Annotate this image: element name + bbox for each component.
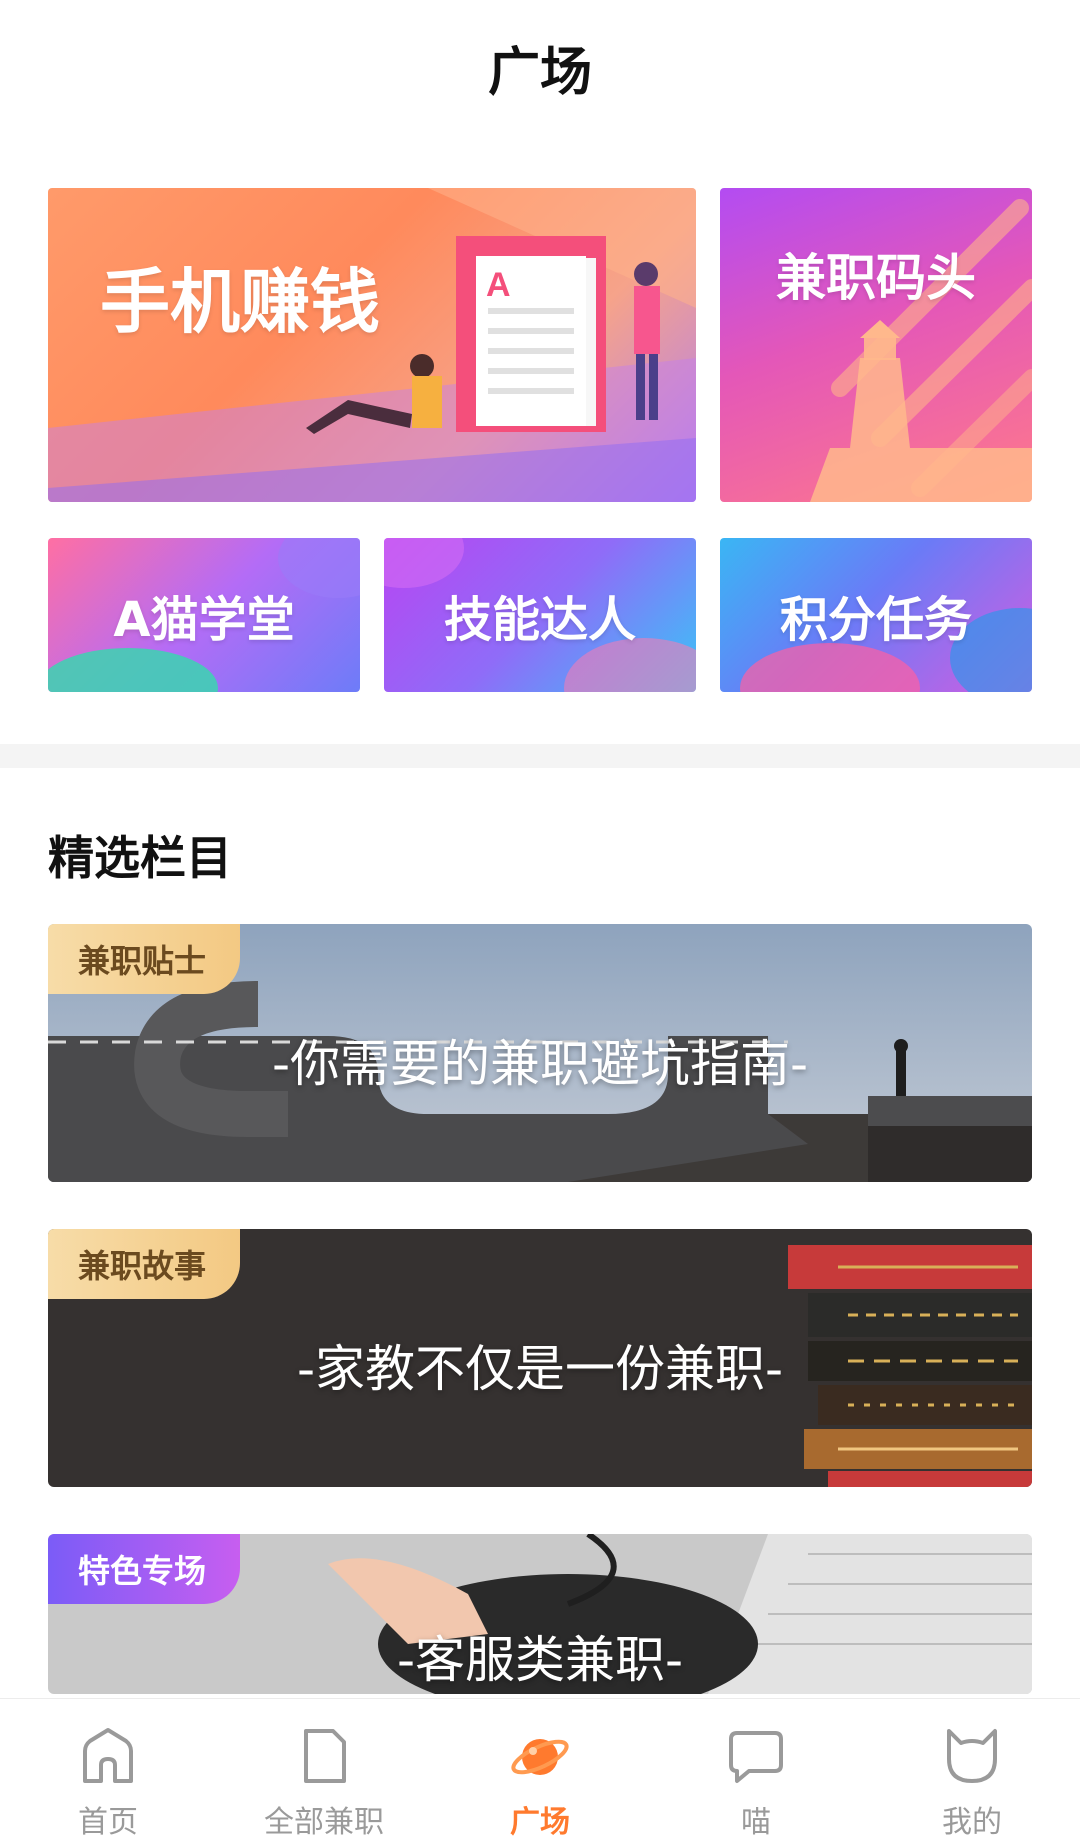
banner-caption: -客服类兼职- [396, 1631, 684, 1689]
banner-tag: 兼职故事 [48, 1229, 241, 1299]
tab-label: 喵 [741, 1805, 771, 1840]
tab-all-jobs[interactable]: 全部兼职 [216, 1699, 432, 1848]
tab-square[interactable]: 广场 [432, 1699, 648, 1848]
section-divider [0, 744, 1080, 768]
section-title: 精选栏目 [48, 831, 232, 885]
banner-customer-service[interactable]: 特色专场 -客服类兼职- [48, 1534, 1032, 1694]
tab-meow[interactable]: 喵 [648, 1699, 864, 1848]
banner-tag: 特色专场 [48, 1534, 241, 1604]
tile-part-time-dock-label: 兼职码头 [776, 249, 976, 307]
tab-label: 全部兼职 [264, 1805, 384, 1840]
planet-icon [511, 1739, 569, 1775]
chat-bubble-icon [729, 1731, 783, 1783]
lighthouse-illustration [810, 199, 1032, 502]
tile-a-cat-school[interactable]: A猫学堂 [48, 538, 360, 692]
banner-caption: -家教不仅是一份兼职- [296, 1340, 784, 1398]
svg-text:A: A [486, 266, 511, 304]
page-title: 广场 [487, 43, 592, 103]
tile-points-task-label: 积分任务 [779, 592, 972, 648]
tile-points-task[interactable]: 积分任务 [720, 538, 1032, 692]
banner-part-time-tips[interactable]: 兼职贴士 -你需要的兼职避坑指南- [48, 924, 1032, 1182]
document-icon [304, 1729, 346, 1783]
banner-caption: -你需要的兼职避坑指南- [271, 1035, 809, 1093]
tile-part-time-dock[interactable]: 兼职码头 [720, 188, 1032, 502]
tab-label: 首页 [78, 1805, 138, 1840]
tab-mine[interactable]: 我的 [864, 1699, 1080, 1848]
tile-phone-earn[interactable]: A 手机赚钱 [48, 188, 696, 502]
home-icon [83, 1728, 133, 1783]
tile-skill-master[interactable]: 技能达人 [384, 538, 696, 692]
banner-part-time-story[interactable]: 兼职故事 -家教不仅是一份兼职- [48, 1229, 1032, 1487]
tile-skill-master-label: 技能达人 [443, 592, 636, 648]
tile-a-cat-school-label: A猫学堂 [113, 592, 295, 648]
tab-label: 广场 [510, 1805, 570, 1840]
cat-face-icon [947, 1729, 997, 1783]
tab-home[interactable]: 首页 [0, 1699, 216, 1848]
banner-tag: 兼职贴士 [48, 924, 241, 994]
tab-label: 我的 [942, 1805, 1002, 1840]
tile-phone-earn-label: 手机赚钱 [100, 261, 380, 343]
bottom-tab-bar: 首页 全部兼职 广场 喵 我的 [0, 1698, 1080, 1848]
